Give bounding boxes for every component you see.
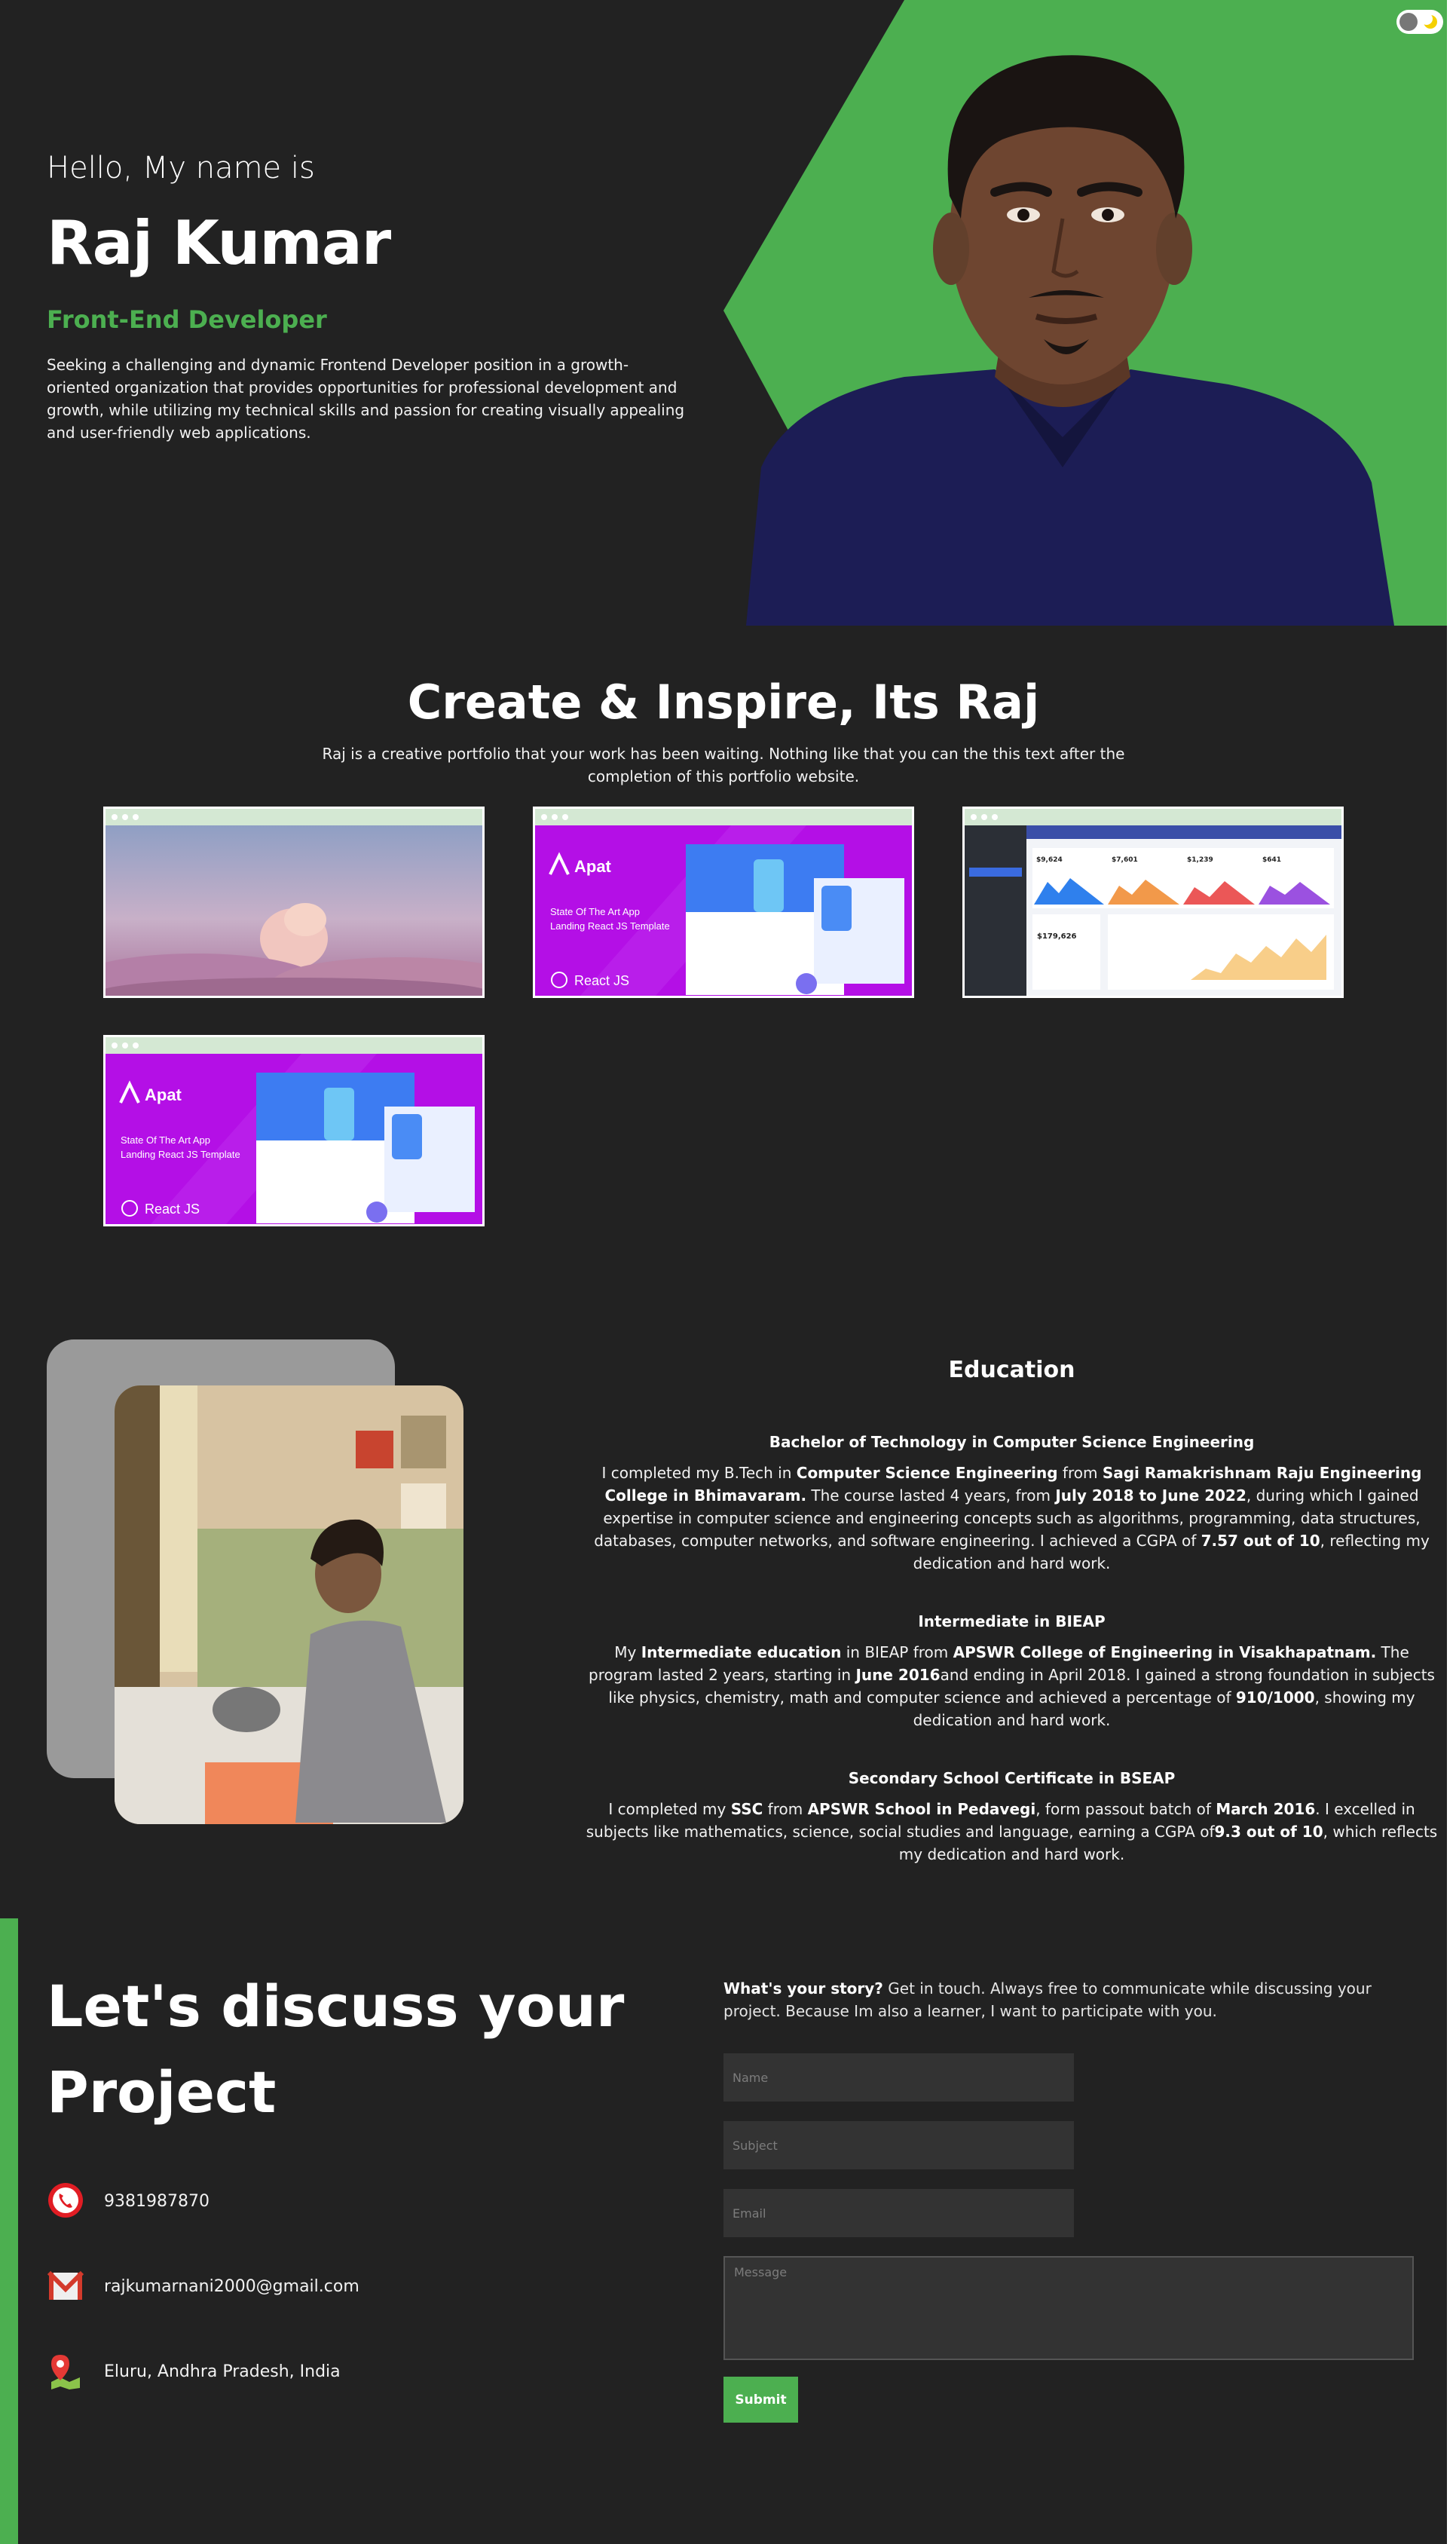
browser-bar (106, 809, 482, 825)
study-photo (115, 1385, 463, 1824)
browser-bar (965, 809, 1341, 825)
page-gutter (1447, 0, 1456, 2544)
contact-intro: What's your story? Get in touch. Always … (723, 1977, 1387, 2022)
hero-name: Raj Kumar (47, 208, 391, 278)
browser-bar (535, 809, 912, 825)
email-row: rajkumarnani2000@gmail.com (47, 2267, 574, 2309)
stat-5: $179,626 (1037, 932, 1077, 941)
stat-1: $9,624 (1036, 856, 1063, 864)
hero-section: Hello, My name is Raj Kumar Front-End De… (0, 0, 1447, 626)
mail-icon (47, 2270, 84, 2300)
contact-accent-stripe (0, 1918, 18, 2544)
email-field[interactable] (723, 2189, 1074, 2237)
apat-tagline: State Of The Art App Landing React JS Te… (121, 1134, 240, 1160)
apat-tagline: State Of The Art App Landing React JS Te… (550, 906, 670, 932)
profile-portrait (746, 55, 1394, 626)
phone-row: 9381987870 (47, 2181, 574, 2224)
project-card-dashboard[interactable]: $9,624 $7,601 $1,239 $641 $179,626 (962, 807, 1344, 998)
hero-role: Front-End Developer (47, 305, 327, 334)
phone-icon (48, 2183, 83, 2218)
phone-text[interactable]: 9381987870 (104, 2192, 210, 2211)
project-thumbnail: Apat State Of The Art App Landing React … (106, 1054, 482, 1224)
subject-field[interactable] (723, 2121, 1074, 2169)
education-section: Education Bachelor of Technology in Comp… (580, 1357, 1443, 1903)
name-field[interactable] (723, 2053, 1074, 2102)
moon-icon (1422, 14, 1437, 29)
hero-intro: Hello, My name is Raj Kumar Front-End De… (47, 151, 687, 444)
location-row: Eluru, Andhra Pradesh, India (47, 2352, 574, 2394)
location-pin-icon (51, 2355, 80, 2389)
ssc-description: I completed my SSC from APSWR School in … (586, 1800, 1438, 1863)
theme-toggle[interactable] (1396, 10, 1443, 34)
btech-description: I completed my B.Tech in Computer Scienc… (594, 1464, 1430, 1572)
portfolio-title: Create & Inspire, Its Raj (407, 675, 1040, 730)
project-thumbnail: $9,624 $7,601 $1,239 $641 $179,626 (965, 825, 1341, 996)
apat-logo-text: Apat (145, 1085, 182, 1104)
btech-title: Bachelor of Technology in Computer Scien… (769, 1433, 1255, 1451)
stat-2: $7,601 (1112, 856, 1138, 864)
greeting-text: Hello, My name is (47, 151, 315, 185)
inter-title: Intermediate in BIEAP (918, 1612, 1106, 1630)
browser-bar (106, 1037, 482, 1054)
project-thumbnail: Apat State Of The Art App Landing React … (535, 825, 912, 996)
project-card-apat-2[interactable]: Apat State Of The Art App Landing React … (103, 1035, 485, 1226)
submit-button[interactable]: Submit (723, 2377, 798, 2423)
apat-tech-label: React JS (574, 973, 629, 988)
project-card-sky[interactable] (103, 807, 485, 998)
contact-title: Let's discuss your Project (47, 1973, 625, 2126)
email-text[interactable]: rajkumarnani2000@gmail.com (104, 2277, 359, 2296)
apat-tech-label: React JS (145, 1202, 200, 1217)
portfolio-page: Hello, My name is Raj Kumar Front-End De… (0, 0, 1447, 2544)
stat-4: $641 (1262, 856, 1281, 864)
project-card-apat[interactable]: Apat State Of The Art App Landing React … (533, 807, 914, 998)
stat-3: $1,239 (1187, 856, 1213, 864)
location-text: Eluru, Andhra Pradesh, India (104, 2362, 341, 2381)
project-thumbnail (106, 825, 482, 996)
apat-logo-text: Apat (574, 857, 612, 876)
story-lead: What's your story? (723, 1979, 883, 1998)
portfolio-subtitle: Raj is a creative portfolio that your wo… (322, 745, 1125, 785)
toggle-knob (1399, 13, 1418, 31)
hero-summary: Seeking a challenging and dynamic Fronte… (47, 356, 685, 442)
ssc-title: Secondary School Certificate in BSEAP (848, 1769, 1176, 1787)
inter-description: My Intermediate education in BIEAP from … (589, 1643, 1435, 1729)
message-field[interactable] (723, 2256, 1414, 2360)
education-heading: Education (948, 1357, 1075, 1383)
